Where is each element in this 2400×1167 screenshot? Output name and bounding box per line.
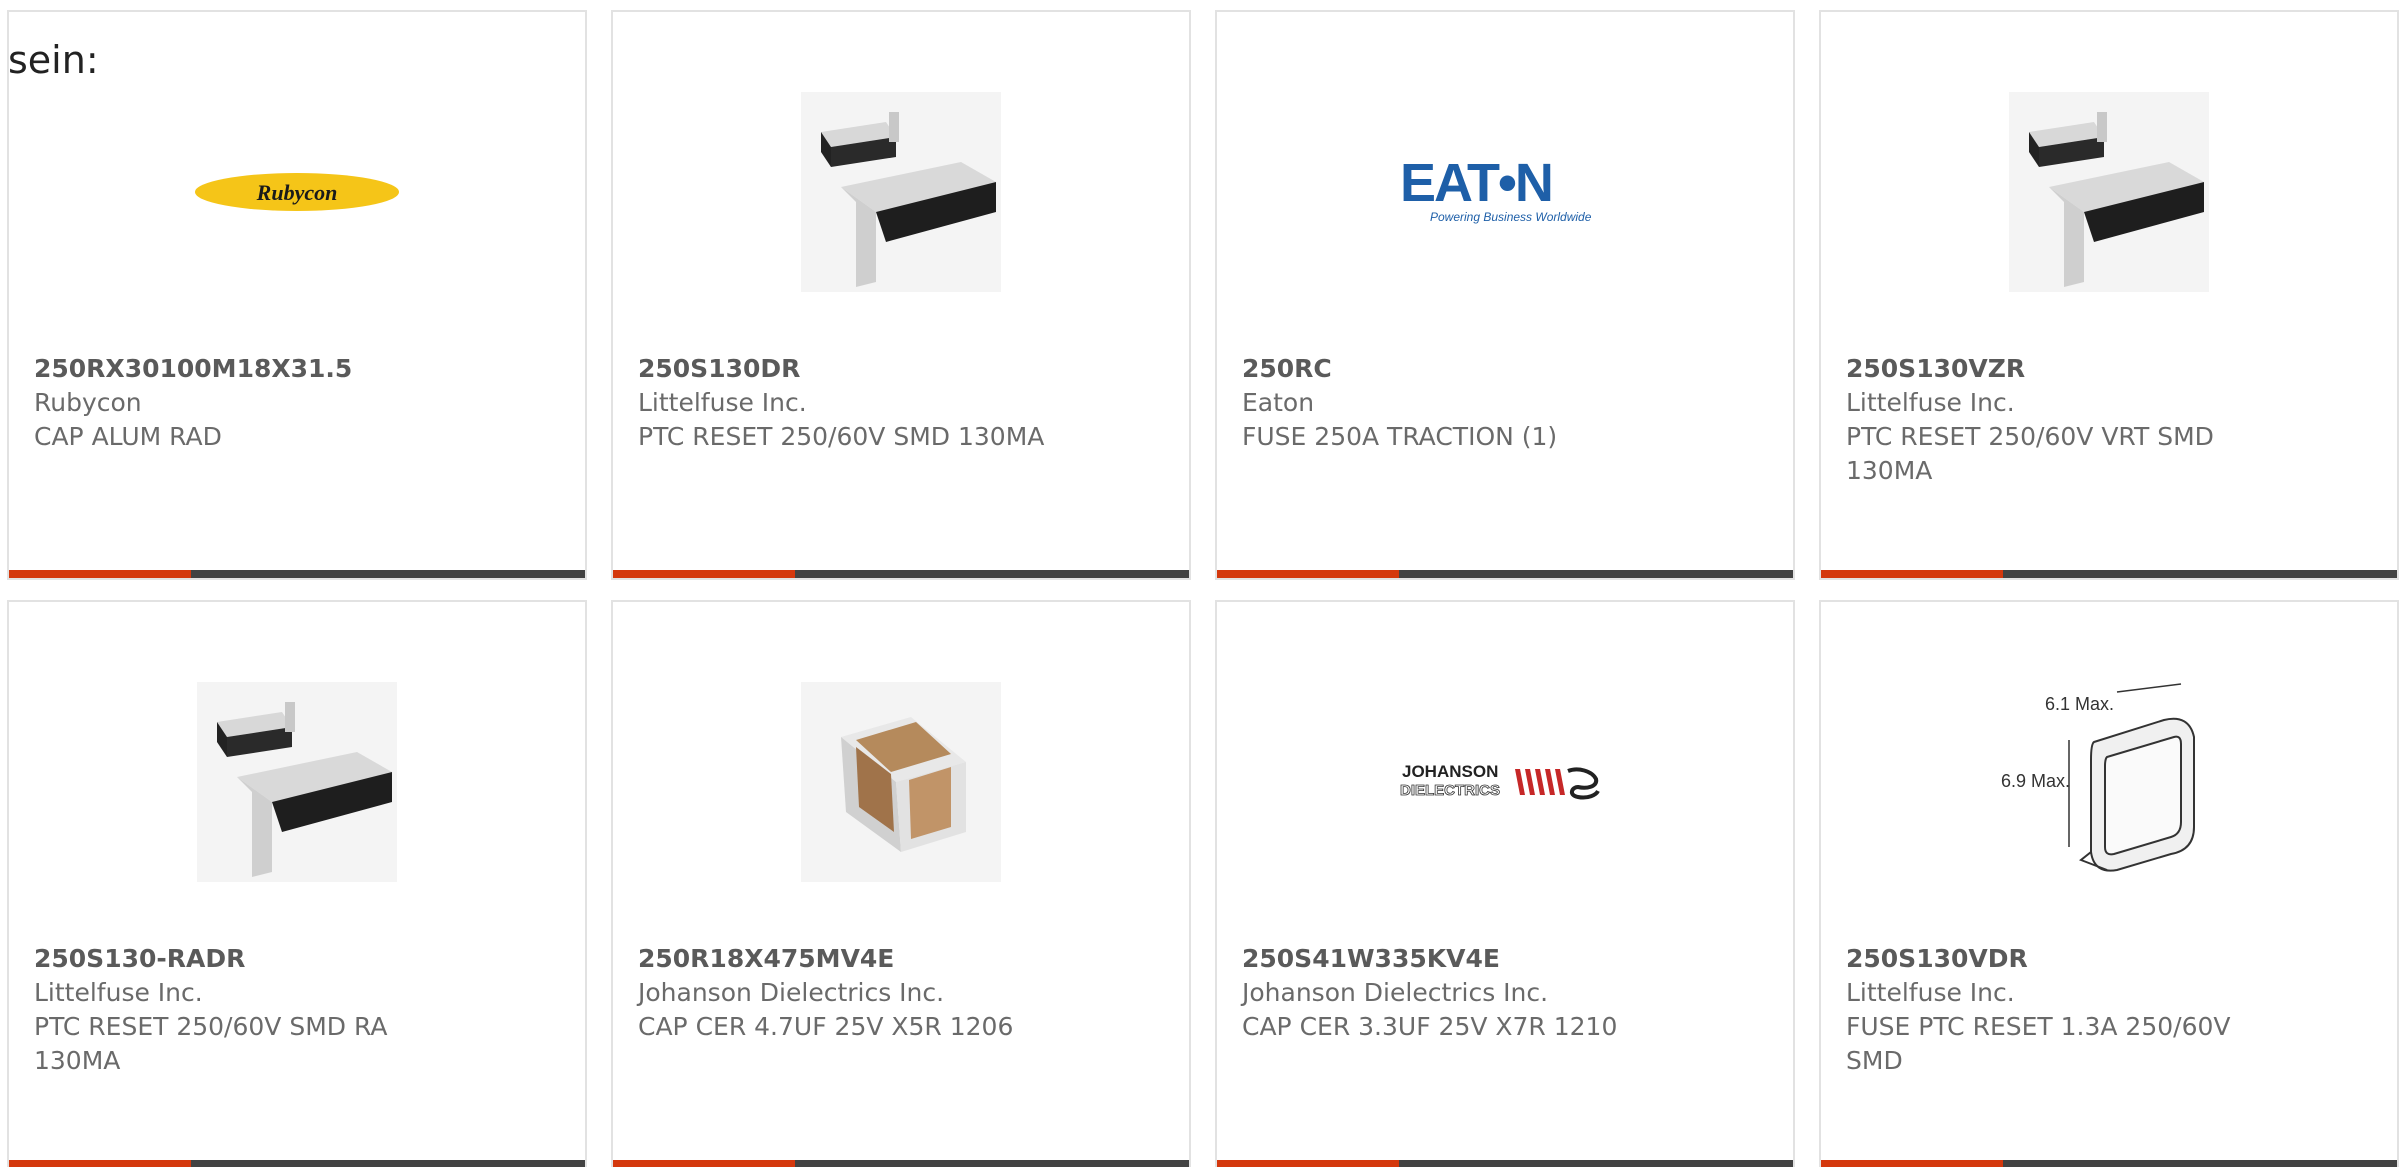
card-accent bbox=[1217, 570, 1399, 578]
rubycon-logo-icon: Rubycon bbox=[195, 173, 399, 211]
description: CAP CER 3.3UF 25V X7R 1210 bbox=[1242, 1012, 1618, 1041]
product-card[interactable]: 6.1 Max. 6.9 Max. 250S130VDR Littelfuse … bbox=[1819, 600, 2399, 1167]
product-grid: Rubycon 250RX30100M18X31.5 Rubycon CAP A… bbox=[7, 10, 2399, 1167]
ceramic-chip-capacitor-icon bbox=[801, 682, 1001, 882]
ptc-smd-component-icon bbox=[801, 92, 1001, 292]
product-card[interactable]: 250R18X475MV4E Johanson Dielectrics Inc.… bbox=[611, 600, 1191, 1167]
eaton-logo-icon: EAT•N Powering Business Worldwide bbox=[1400, 157, 1592, 224]
product-image[interactable] bbox=[1821, 52, 2397, 332]
dimension-label-width: 6.1 Max. bbox=[2045, 694, 2114, 714]
card-bottom-bar bbox=[9, 1160, 585, 1167]
product-card[interactable]: 250S130VZR Littelfuse Inc. PTC RESET 250… bbox=[1819, 10, 2399, 580]
product-image[interactable]: EAT•N Powering Business Worldwide bbox=[1217, 52, 1793, 332]
manufacturer: Eaton bbox=[1242, 388, 1315, 417]
description: FUSE 250A TRACTION (1) bbox=[1242, 422, 1558, 451]
card-accent bbox=[1821, 570, 2003, 578]
card-accent bbox=[9, 1160, 191, 1167]
product-card[interactable]: 250S130DR Littelfuse Inc. PTC RESET 250/… bbox=[611, 10, 1191, 580]
description: CAP ALUM RAD bbox=[34, 422, 222, 451]
product-info: 250S130DR Littelfuse Inc. PTC RESET 250/… bbox=[638, 352, 1058, 454]
card-accent bbox=[613, 570, 795, 578]
part-number[interactable]: 250R18X475MV4E bbox=[638, 942, 1058, 976]
overlay-text: sein: bbox=[8, 38, 99, 82]
part-number[interactable]: 250S41W335KV4E bbox=[1242, 942, 1662, 976]
card-bottom-bar bbox=[1821, 570, 2397, 578]
product-info: 250RX30100M18X31.5 Rubycon CAP ALUM RAD bbox=[34, 352, 454, 454]
manufacturer: Littelfuse Inc. bbox=[638, 388, 807, 417]
card-accent bbox=[1821, 1160, 2003, 1167]
product-info: 250S130VZR Littelfuse Inc. PTC RESET 250… bbox=[1846, 352, 2266, 488]
card-bottom-bar bbox=[613, 1160, 1189, 1167]
manufacturer: Johanson Dielectrics Inc. bbox=[638, 978, 945, 1007]
part-number[interactable]: 250S130VZR bbox=[1846, 352, 2266, 386]
card-accent bbox=[1217, 1160, 1399, 1167]
logo-tagline: Powering Business Worldwide bbox=[1430, 210, 1592, 224]
product-info: 250S41W335KV4E Johanson Dielectrics Inc.… bbox=[1242, 942, 1662, 1044]
product-info: 250R18X475MV4E Johanson Dielectrics Inc.… bbox=[638, 942, 1058, 1044]
ptc-smd-component-icon bbox=[197, 682, 397, 882]
card-bottom-bar bbox=[1217, 1160, 1793, 1167]
description: CAP CER 4.7UF 25V X5R 1206 bbox=[638, 1012, 1014, 1041]
description: FUSE PTC RESET 1.3A 250/60V SMD bbox=[1846, 1012, 2231, 1075]
description: PTC RESET 250/60V SMD 130MA bbox=[638, 422, 1045, 451]
part-number[interactable]: 250S130DR bbox=[638, 352, 1058, 386]
part-number[interactable]: 250RX30100M18X31.5 bbox=[34, 352, 454, 386]
description: PTC RESET 250/60V VRT SMD 130MA bbox=[1846, 422, 2214, 485]
product-card[interactable]: 250S130-RADR Littelfuse Inc. PTC RESET 2… bbox=[7, 600, 587, 1167]
dimension-label-height: 6.9 Max. bbox=[2001, 771, 2070, 791]
product-image[interactable]: JOHANSON DIELECTRICS bbox=[1217, 642, 1793, 922]
johanson-logo-icon: JOHANSON DIELECTRICS bbox=[1400, 762, 1600, 800]
product-image[interactable] bbox=[9, 642, 585, 922]
product-card[interactable]: JOHANSON DIELECTRICS 250S41W335KV4E Joha… bbox=[1215, 600, 1795, 1167]
ptc-dimension-drawing-icon: 6.1 Max. 6.9 Max. bbox=[2001, 683, 2195, 872]
part-number[interactable]: 250RC bbox=[1242, 352, 1662, 386]
manufacturer: Littelfuse Inc. bbox=[1846, 978, 2015, 1007]
product-image[interactable] bbox=[613, 52, 1189, 332]
product-card[interactable]: Rubycon 250RX30100M18X31.5 Rubycon CAP A… bbox=[7, 10, 587, 580]
logo-text: Rubycon bbox=[256, 180, 338, 205]
manufacturer: Johanson Dielectrics Inc. bbox=[1242, 978, 1549, 1007]
card-bottom-bar bbox=[1217, 570, 1793, 578]
product-image[interactable] bbox=[613, 642, 1189, 922]
ptc-smd-component-icon bbox=[2009, 92, 2209, 292]
card-accent bbox=[9, 570, 191, 578]
page: Rubycon 250RX30100M18X31.5 Rubycon CAP A… bbox=[0, 0, 2400, 1167]
description: PTC RESET 250/60V SMD RA 130MA bbox=[34, 1012, 388, 1075]
logo-text-2: DIELECTRICS bbox=[1400, 782, 1500, 799]
manufacturer: Rubycon bbox=[34, 388, 142, 417]
part-number[interactable]: 250S130VDR bbox=[1846, 942, 2266, 976]
product-card[interactable]: EAT•N Powering Business Worldwide 250RC … bbox=[1215, 10, 1795, 580]
product-info: 250S130VDR Littelfuse Inc. FUSE PTC RESE… bbox=[1846, 942, 2266, 1078]
card-bottom-bar bbox=[9, 570, 585, 578]
card-bottom-bar bbox=[1821, 1160, 2397, 1167]
card-accent bbox=[613, 1160, 795, 1167]
product-image[interactable]: Rubycon bbox=[9, 52, 585, 332]
manufacturer: Littelfuse Inc. bbox=[34, 978, 203, 1007]
product-info: 250S130-RADR Littelfuse Inc. PTC RESET 2… bbox=[34, 942, 454, 1078]
product-info: 250RC Eaton FUSE 250A TRACTION (1) bbox=[1242, 352, 1662, 454]
card-bottom-bar bbox=[613, 570, 1189, 578]
logo-text: JOHANSON bbox=[1402, 762, 1498, 781]
product-image[interactable]: 6.1 Max. 6.9 Max. bbox=[1821, 642, 2397, 922]
manufacturer: Littelfuse Inc. bbox=[1846, 388, 2015, 417]
logo-text: EAT•N bbox=[1400, 157, 1552, 213]
part-number[interactable]: 250S130-RADR bbox=[34, 942, 454, 976]
